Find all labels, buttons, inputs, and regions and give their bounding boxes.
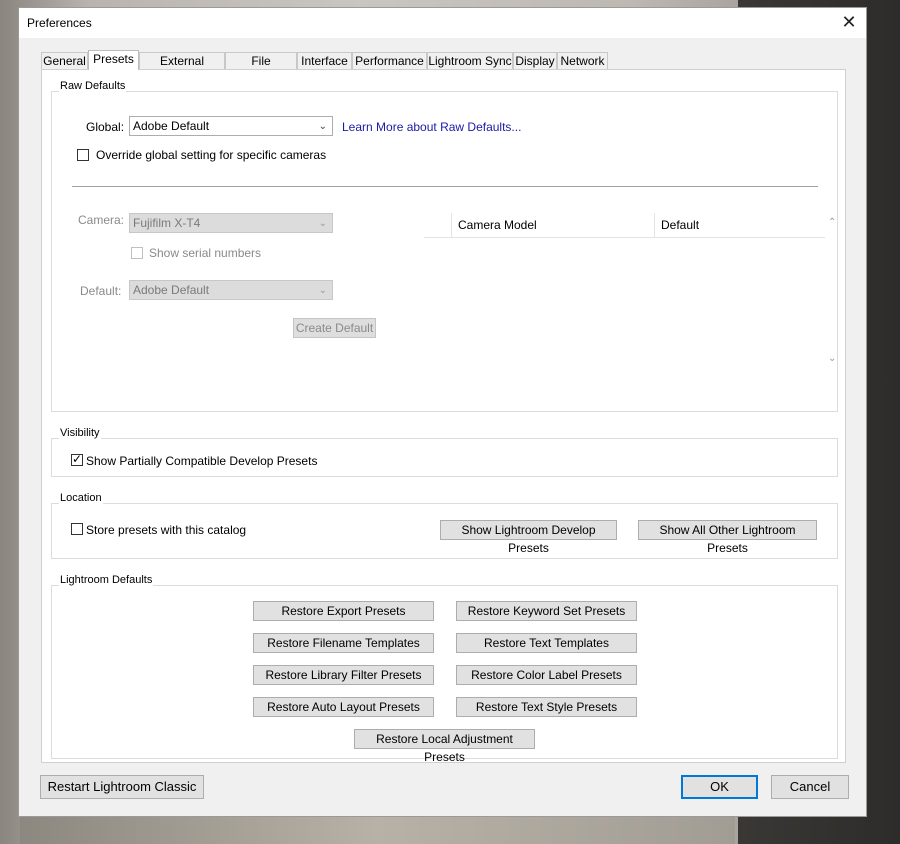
restore-keyword-set-presets-button[interactable]: Restore Keyword Set Presets [456, 601, 637, 621]
tab-general[interactable]: General [41, 52, 88, 69]
chevron-down-icon: ⌄ [318, 121, 327, 132]
divider [72, 186, 818, 187]
camera-defaults-table: Camera Model Default ⌃ ⌄ [424, 213, 843, 373]
visibility-label: Visibility [59, 427, 101, 439]
column-default[interactable]: Default [654, 213, 825, 237]
location-label: Location [59, 492, 103, 504]
tab-external-editing[interactable]: External Editing [139, 52, 225, 84]
tab-lightroom-sync[interactable]: Lightroom Sync [427, 52, 513, 69]
title-bar: Preferences ✕ [19, 8, 866, 38]
restore-color-label-presets-button[interactable]: Restore Color Label Presets [456, 665, 637, 685]
learn-more-raw-defaults-link[interactable]: Learn More about Raw Defaults... [342, 120, 521, 134]
override-label: Override global setting for specific cam… [96, 148, 327, 162]
restore-local-adjustment-presets-button[interactable]: Restore Local Adjustment Presets [354, 729, 535, 764]
store-presets-checkbox[interactable] [71, 523, 83, 535]
serial-numbers-checkbox [131, 247, 143, 259]
restore-auto-layout-presets-button[interactable]: Restore Auto Layout Presets [253, 697, 434, 717]
show-other-presets-button[interactable]: Show All Other Lightroom Presets [638, 520, 817, 555]
camera-label: Camera: [78, 213, 125, 227]
desktop-background-strip [20, 815, 735, 844]
camera-select: Fujifilm X-T4 ⌄ [129, 213, 333, 233]
store-presets-label: Store presets with this catalog [86, 523, 247, 537]
restore-text-templates-button[interactable]: Restore Text Templates [456, 633, 637, 653]
global-select[interactable]: Adobe Default ⌄ [129, 116, 333, 136]
restore-library-filter-presets-button[interactable]: Restore Library Filter Presets [253, 665, 434, 685]
table-header: Camera Model Default [424, 213, 825, 238]
ok-button[interactable]: OK [681, 775, 758, 799]
create-default-button: Create Default [293, 318, 376, 338]
default-select: Adobe Default ⌄ [129, 280, 333, 300]
close-icon[interactable]: ✕ [840, 13, 858, 31]
checkmark-icon: ✓ [72, 452, 83, 466]
tab-display[interactable]: Display [513, 52, 557, 69]
chevron-down-icon: ⌄ [318, 218, 327, 229]
serial-numbers-label: Show serial numbers [149, 246, 262, 260]
cancel-button[interactable]: Cancel [771, 775, 849, 799]
restore-export-presets-button[interactable]: Restore Export Presets [253, 601, 434, 621]
chevron-up-icon[interactable]: ⌃ [828, 217, 836, 228]
tab-file-handling[interactable]: File Handling [225, 52, 297, 84]
raw-defaults-label: Raw Defaults [59, 80, 127, 92]
camera-select-value: Fujifilm X-T4 [133, 216, 201, 230]
lightroom-defaults-label: Lightroom Defaults [59, 574, 154, 586]
default-select-value: Adobe Default [133, 283, 210, 297]
window-title: Preferences [27, 16, 92, 30]
restore-text-style-presets-button[interactable]: Restore Text Style Presets [456, 697, 637, 717]
restart-lightroom-button[interactable]: Restart Lightroom Classic [40, 775, 204, 799]
show-partial-presets-label: Show Partially Compatible Develop Preset… [86, 454, 318, 468]
tab-presets[interactable]: Presets [88, 50, 139, 70]
tab-network[interactable]: Network [557, 52, 608, 69]
chevron-down-icon: ⌄ [318, 285, 327, 296]
column-camera-model[interactable]: Camera Model [451, 213, 655, 237]
global-label: Global: [86, 120, 125, 134]
tab-interface[interactable]: Interface [297, 52, 352, 69]
chevron-down-icon[interactable]: ⌄ [828, 353, 836, 364]
override-checkbox[interactable] [77, 149, 89, 161]
preferences-dialog: Preferences ✕ General Presets External E… [18, 7, 867, 817]
presets-panel: Raw Defaults Global: Adobe Default ⌄ Lea… [41, 69, 846, 764]
show-develop-presets-button[interactable]: Show Lightroom Develop Presets [440, 520, 617, 555]
tab-performance[interactable]: Performance [352, 52, 427, 69]
global-select-value: Adobe Default [133, 119, 210, 133]
show-partial-presets-checkbox[interactable]: ✓ [71, 452, 83, 466]
default-label: Default: [80, 284, 122, 298]
restore-filename-templates-button[interactable]: Restore Filename Templates [253, 633, 434, 653]
